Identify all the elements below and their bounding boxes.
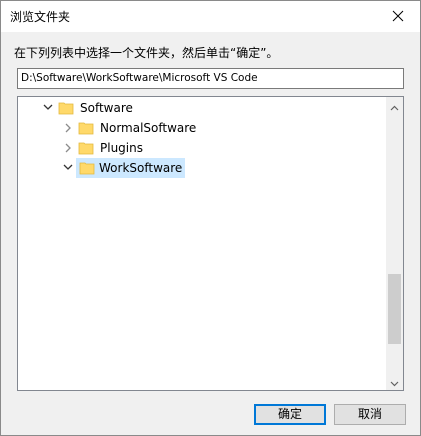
- scroll-up-arrow-icon: [390, 96, 399, 115]
- tree-item-plugins[interactable]: Plugins: [60, 138, 145, 158]
- tree-item-worksoftware[interactable]: WorkSoftware: [60, 158, 186, 178]
- scroll-down-button[interactable]: [386, 373, 403, 390]
- close-icon: [392, 7, 404, 26]
- folder-icon: [79, 161, 95, 175]
- tree-item-label: NormalSoftware: [100, 121, 197, 135]
- chevron-down-icon[interactable]: [60, 158, 76, 178]
- folder-icon: [58, 101, 74, 115]
- tree-item-normalsoftware[interactable]: NormalSoftware: [60, 118, 198, 138]
- tree-item-label: Software: [80, 101, 133, 115]
- folder-icon: [78, 141, 94, 155]
- close-button[interactable]: [376, 1, 420, 32]
- tree-item-label: Plugins: [100, 141, 143, 155]
- path-field[interactable]: D:\Software\WorkSoftware\Microsoft VS Co…: [17, 68, 404, 89]
- ok-button[interactable]: 确定: [254, 404, 326, 425]
- instruction-text: 在下列列表中选择一个文件夹，然后单击“确定”。: [14, 46, 279, 60]
- window-title: 浏览文件夹: [10, 10, 71, 24]
- scroll-up-button[interactable]: [386, 97, 403, 114]
- chevron-right-icon[interactable]: [60, 118, 76, 138]
- folder-tree[interactable]: Software NormalSoftware Plugins WorkSoft…: [17, 96, 404, 391]
- tree-item-software[interactable]: Software: [40, 98, 135, 118]
- scroll-thumb[interactable]: [388, 274, 401, 344]
- tree-item-label: WorkSoftware: [99, 161, 183, 175]
- folder-icon: [78, 121, 94, 135]
- selection-highlight: WorkSoftware: [76, 158, 186, 178]
- title-bar: 浏览文件夹: [1, 1, 420, 32]
- browse-folder-dialog: 浏览文件夹 在下列列表中选择一个文件夹，然后单击“确定”。 D:\Softwar…: [0, 0, 421, 436]
- vertical-scrollbar[interactable]: [386, 97, 403, 390]
- cancel-button[interactable]: 取消: [334, 404, 406, 425]
- scroll-down-arrow-icon: [390, 372, 399, 391]
- chevron-right-icon[interactable]: [60, 138, 76, 158]
- chevron-down-icon[interactable]: [40, 98, 56, 118]
